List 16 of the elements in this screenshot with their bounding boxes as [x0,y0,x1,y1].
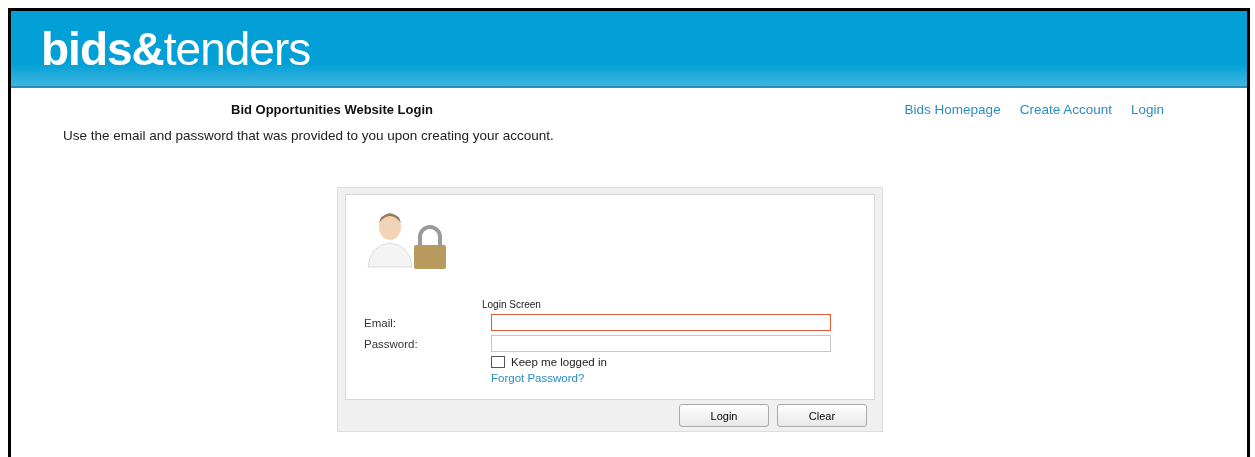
checkbox[interactable] [491,356,505,368]
nav-link[interactable]: Login [1130,101,1164,117]
field-label: Password: [364,337,419,350]
login-caption: Login Screen [482,299,542,310]
logo[interactable]: bids&tenders [41,21,311,76]
checkbox-label: Keep me logged in [511,356,607,368]
nav-link[interactable]: Create Account [1019,101,1112,117]
nav-link[interactable]: Bids Homepage [904,101,1001,117]
forgot-password-link[interactable]: Forgot Password? [491,372,585,384]
password-field[interactable] [491,335,831,352]
instructions-text: Use the email and password that was provided to you upon creating your account. [63,128,555,143]
login-button[interactable]: Login [679,404,769,427]
page-title: Bid Opportunities Website Login [231,101,433,117]
field-label: Email: [364,316,397,329]
clear-button[interactable]: Clear [777,404,867,427]
email-field[interactable] [491,314,831,331]
